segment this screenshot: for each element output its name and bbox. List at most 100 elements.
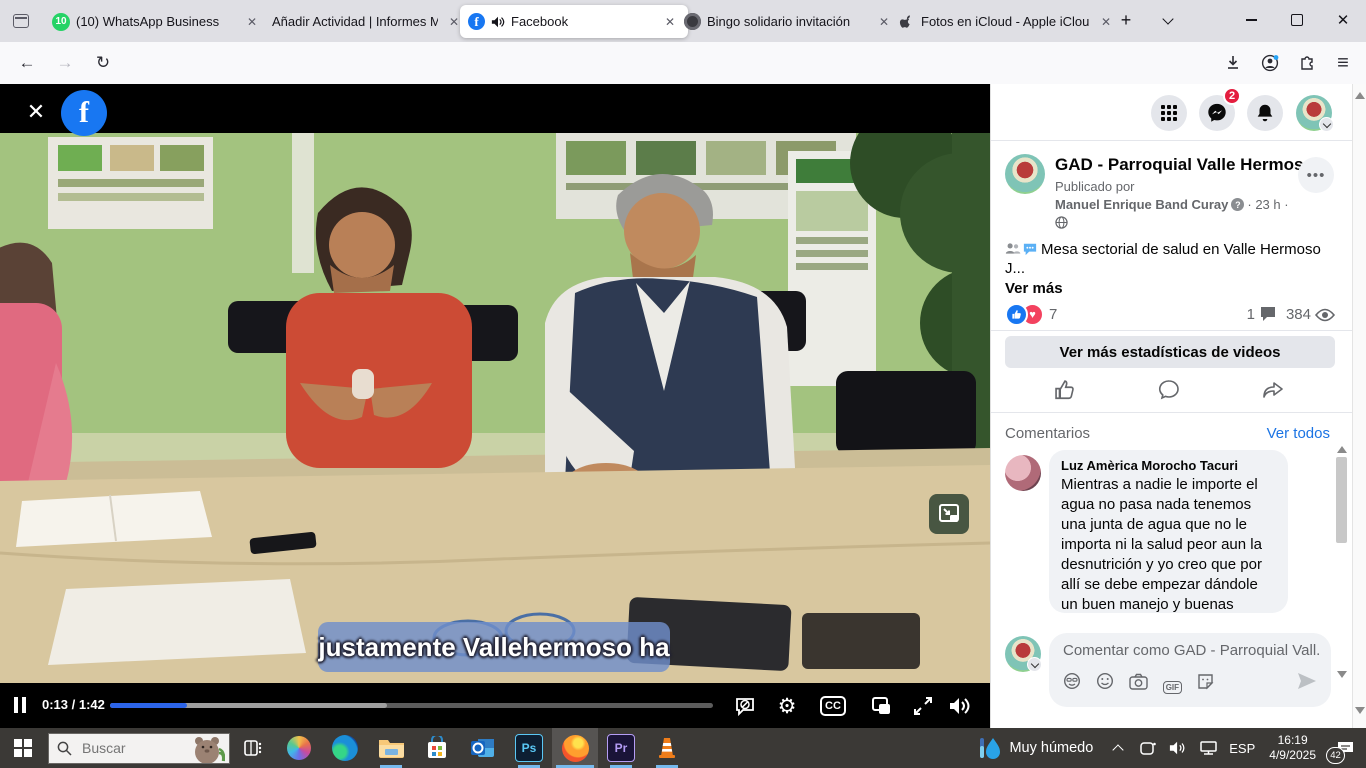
video-subtitle: justamente Vallehermoso ha (318, 622, 670, 672)
window-minimize-button[interactable] (1228, 0, 1274, 40)
tab-informes[interactable]: Añadir Actividad | Informes Mens ✕ (258, 5, 472, 38)
notification-badge: 42 (1326, 747, 1345, 764)
taskbar-store-button[interactable] (414, 728, 460, 768)
captions-button[interactable]: CC (820, 693, 846, 719)
comment-button[interactable] (1149, 376, 1189, 404)
comments-scroll-thumb[interactable] (1336, 457, 1347, 543)
window-restore-button[interactable] (1274, 0, 1320, 40)
like-reaction-icon[interactable] (1005, 303, 1028, 326)
new-tab-button[interactable]: + (1106, 0, 1146, 40)
emoji-icon[interactable] (1094, 670, 1116, 692)
page-scroll-down-icon[interactable] (1355, 707, 1365, 714)
pause-button[interactable] (14, 697, 30, 713)
hide-comments-button[interactable] (732, 693, 758, 719)
comment-text: Mientras a nadie le importe el agua no p… (1061, 475, 1276, 613)
account-button[interactable] (1255, 48, 1285, 78)
avatar-sticker-icon[interactable] (1061, 670, 1083, 692)
video-close-button[interactable]: ✕ (22, 98, 50, 126)
scroll-up-icon[interactable] (1337, 446, 1347, 453)
extensions-button[interactable] (1292, 48, 1322, 78)
app-menu-button[interactable]: ≡ (1328, 48, 1358, 78)
search-input[interactable] (80, 739, 184, 757)
volume-button[interactable] (946, 693, 972, 719)
facebook-logo[interactable]: f (61, 90, 107, 136)
gif-icon[interactable]: GIF (1161, 677, 1183, 699)
video-player[interactable]: ✕ f justamente Vallehermoso ha 0:13 / 1:… (0, 84, 990, 728)
comment-bubble[interactable]: Luz Amèrica Morocho Tacuri Mientras a na… (1049, 450, 1288, 613)
page-scrollbar[interactable] (1352, 84, 1366, 728)
task-view-button[interactable] (230, 728, 276, 768)
forward-button[interactable]: → (50, 48, 80, 78)
microsoft-store-icon (425, 736, 449, 760)
tab-whatsapp[interactable]: 10 (10) WhatsApp Business ✕ (44, 5, 270, 38)
camera-icon[interactable] (1128, 671, 1150, 693)
tab-label: Bingo solidario invitación (707, 14, 868, 29)
weather-widget[interactable]: Muy húmedo (969, 736, 1103, 760)
taskbar-search[interactable] (48, 733, 230, 764)
taskbar-explorer-button[interactable] (368, 728, 414, 768)
send-comment-button[interactable] (1297, 672, 1317, 695)
system-tray: Muy húmedo ESP 16:19 4/9/2025 42 (969, 728, 1366, 768)
page-name[interactable]: GAD - Parroquial Valle Hermoso (1055, 155, 1314, 175)
notification-center-button[interactable]: 42 (1324, 728, 1366, 768)
see-all-comments-link[interactable]: Ver todos (1267, 425, 1330, 442)
tab-facebook-active[interactable]: f Facebook ✕ (460, 5, 688, 38)
sticker-icon[interactable] (1195, 671, 1217, 693)
comment-composer[interactable]: GIF (1049, 633, 1331, 707)
scroll-down-icon[interactable] (1337, 671, 1347, 678)
copilot-button[interactable] (276, 728, 322, 768)
fullscreen-button[interactable] (910, 693, 936, 719)
views-count[interactable]: 384 (1286, 306, 1311, 323)
tray-volume-button[interactable] (1163, 728, 1193, 768)
speech-bubble-icon (1022, 242, 1038, 256)
firefox-view-button[interactable] (8, 8, 34, 34)
apps-menu-button[interactable] (1151, 95, 1187, 131)
see-more-link[interactable]: Ver más (1005, 280, 1063, 297)
post-options-button[interactable]: ••• (1298, 157, 1334, 193)
like-button[interactable] (1045, 376, 1085, 404)
facebook-header: 2 (991, 84, 1353, 141)
notifications-button[interactable] (1247, 95, 1283, 131)
video-progress-bar[interactable] (110, 703, 713, 708)
start-button[interactable] (0, 728, 46, 768)
tray-network-button[interactable] (1193, 728, 1223, 768)
profile-chevron-icon[interactable] (1319, 117, 1334, 132)
reload-button[interactable]: ↻ (88, 48, 118, 78)
taskbar-outlook-button[interactable] (460, 728, 506, 768)
page-avatar[interactable] (1005, 154, 1045, 194)
window-close-button[interactable]: ✕ (1320, 0, 1366, 40)
picture-in-picture-button[interactable] (929, 494, 969, 534)
tray-app-button[interactable] (1133, 728, 1163, 768)
language-indicator[interactable]: ESP (1223, 728, 1261, 768)
taskbar-firefox-button[interactable] (552, 728, 598, 768)
back-button[interactable]: ← (12, 48, 42, 78)
commenter-avatar[interactable] (1005, 455, 1041, 491)
downloads-button[interactable] (1218, 48, 1248, 78)
tray-show-hidden-button[interactable] (1103, 728, 1133, 768)
tab-icloud[interactable]: Fotos en iCloud - Apple iClou ✕ (890, 5, 1124, 38)
comment-input[interactable] (1061, 641, 1323, 660)
share-button[interactable] (1253, 376, 1293, 404)
reactions-row: ♥ 7 1 384 (1005, 303, 1335, 325)
comment-author[interactable]: Luz Amèrica Morocho Tacuri (1061, 458, 1276, 473)
taskbar-edge-button[interactable] (322, 728, 368, 768)
post-timestamp: · 23 h · (1247, 197, 1288, 212)
theater-mode-button[interactable] (868, 693, 894, 719)
tab-audio-icon[interactable] (491, 15, 505, 29)
taskbar-clock[interactable]: 16:19 4/9/2025 (1261, 733, 1324, 763)
video-frame-illustration (0, 133, 990, 683)
settings-button[interactable]: ⚙ (774, 693, 800, 719)
taskbar-photoshop-button[interactable]: Ps (506, 728, 552, 768)
tab-bingo[interactable]: Bingo solidario invitación ✕ (676, 5, 902, 38)
taskbar-vlc-button[interactable] (644, 728, 690, 768)
copilot-icon (287, 736, 311, 760)
composer-avatar-chevron-icon[interactable] (1027, 657, 1042, 672)
tab-list-dropdown[interactable] (1148, 0, 1188, 40)
author-name[interactable]: Manuel Enrique Band Curay (1055, 197, 1228, 212)
page-scroll-up-icon[interactable] (1355, 92, 1365, 99)
reactions-count[interactable]: 7 (1049, 306, 1057, 323)
video-stats-button[interactable]: Ver más estadísticas de videos (1005, 336, 1335, 368)
comments-scrollbar[interactable] (1334, 446, 1349, 694)
taskbar-premiere-button[interactable]: Pr (598, 728, 644, 768)
comments-count[interactable]: 1 (1247, 306, 1255, 323)
